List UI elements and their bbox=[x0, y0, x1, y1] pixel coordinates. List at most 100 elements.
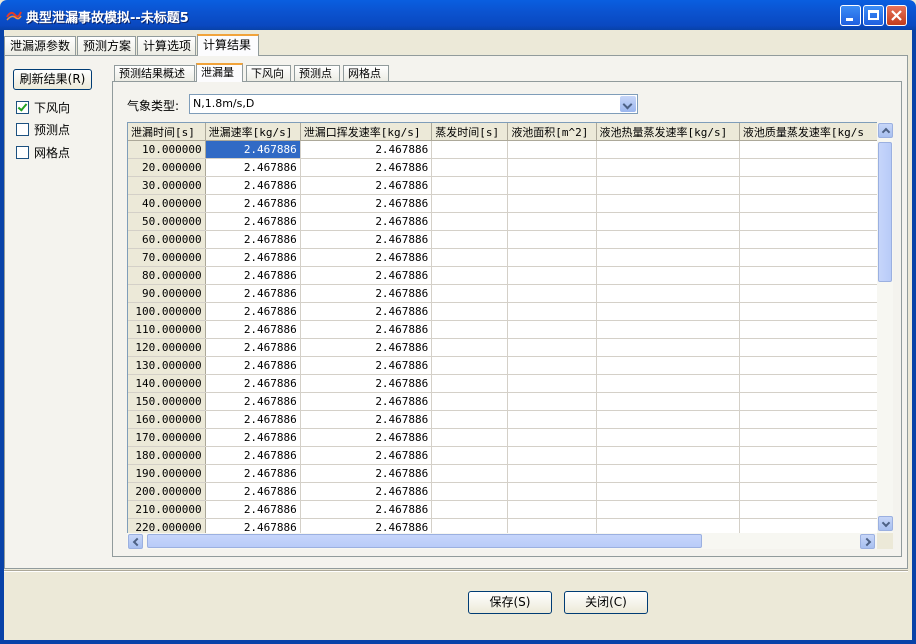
table-cell[interactable] bbox=[431, 248, 509, 267]
minimize-icon[interactable] bbox=[840, 5, 861, 26]
row-header-cell[interactable]: 140.000000 bbox=[128, 374, 206, 393]
table-cell[interactable]: 2.467886 bbox=[205, 158, 301, 177]
table-row[interactable]: 110.000000 2.467886 2.467886 bbox=[128, 320, 878, 339]
table-cell[interactable]: 2.467886 bbox=[300, 338, 433, 357]
row-header-cell[interactable]: 60.000000 bbox=[128, 230, 206, 249]
table-cell[interactable]: 2.467886 bbox=[300, 302, 433, 321]
tab-prediction-overview[interactable]: 预测结果概述 bbox=[114, 65, 195, 81]
table-cell[interactable] bbox=[431, 446, 509, 465]
table-cell[interactable]: 2.467886 bbox=[205, 212, 301, 231]
table-cell[interactable] bbox=[739, 140, 878, 159]
row-header-cell[interactable]: 50.000000 bbox=[128, 212, 206, 231]
table-cell[interactable]: 2.467886 bbox=[205, 410, 301, 429]
table-cell[interactable]: 2.467886 bbox=[300, 464, 433, 483]
scroll-left-icon[interactable] bbox=[128, 534, 143, 549]
weather-type-select[interactable]: N,1.8m/s,D bbox=[189, 94, 638, 114]
table-cell[interactable] bbox=[431, 212, 509, 231]
tab-leak-source-params[interactable]: 泄漏源参数 bbox=[4, 36, 76, 55]
table-cell[interactable] bbox=[739, 266, 878, 285]
table-cell[interactable] bbox=[431, 500, 509, 519]
table-cell[interactable] bbox=[507, 392, 597, 411]
row-header-cell[interactable]: 150.000000 bbox=[128, 392, 206, 411]
table-row[interactable]: 60.000000 2.467886 2.467886 bbox=[128, 230, 878, 249]
table-cell[interactable]: 2.467886 bbox=[205, 464, 301, 483]
checkbox-grid-point[interactable]: 网格点 bbox=[16, 146, 70, 162]
table-cell[interactable] bbox=[739, 338, 878, 357]
table-cell[interactable] bbox=[431, 140, 509, 159]
table-cell[interactable]: 2.467886 bbox=[205, 266, 301, 285]
table-cell[interactable] bbox=[596, 374, 740, 393]
table-cell[interactable]: 2.467886 bbox=[205, 374, 301, 393]
table-cell[interactable] bbox=[739, 428, 878, 447]
table-cell[interactable] bbox=[507, 194, 597, 213]
row-header-cell[interactable]: 20.000000 bbox=[128, 158, 206, 177]
table-cell[interactable] bbox=[739, 194, 878, 213]
table-cell[interactable]: 2.467886 bbox=[300, 284, 433, 303]
table-cell[interactable]: 2.467886 bbox=[205, 500, 301, 519]
table-cell[interactable] bbox=[596, 428, 740, 447]
table-cell[interactable]: 2.467886 bbox=[300, 158, 433, 177]
table-cell[interactable] bbox=[596, 230, 740, 249]
table-cell[interactable]: 2.467886 bbox=[205, 230, 301, 249]
table-cell[interactable]: 2.467886 bbox=[205, 356, 301, 375]
horizontal-scroll-thumb[interactable] bbox=[147, 534, 702, 548]
table-cell[interactable]: 2.467886 bbox=[205, 176, 301, 195]
tab-calc-results[interactable]: 计算结果 bbox=[197, 34, 259, 56]
maximize-icon[interactable] bbox=[863, 5, 884, 26]
tab-downwind[interactable]: 下风向 bbox=[246, 65, 291, 81]
table-row[interactable]: 90.000000 2.467886 2.467886 bbox=[128, 284, 878, 303]
table-cell[interactable]: 2.467886 bbox=[300, 140, 433, 159]
table-cell[interactable] bbox=[507, 266, 597, 285]
table-cell[interactable] bbox=[596, 284, 740, 303]
scroll-up-icon[interactable] bbox=[878, 123, 893, 138]
table-row[interactable]: 140.000000 2.467886 2.467886 bbox=[128, 374, 878, 393]
table-row[interactable]: 40.000000 2.467886 2.467886 bbox=[128, 194, 878, 213]
table-row[interactable]: 30.000000 2.467886 2.467886 bbox=[128, 176, 878, 195]
chevron-down-icon[interactable] bbox=[620, 96, 636, 112]
table-cell[interactable] bbox=[596, 338, 740, 357]
table-cell[interactable]: 2.467886 bbox=[300, 176, 433, 195]
table-cell[interactable]: 2.467886 bbox=[205, 320, 301, 339]
table-cell[interactable] bbox=[596, 140, 740, 159]
table-cell[interactable]: 2.467886 bbox=[300, 410, 433, 429]
table-row[interactable]: 130.000000 2.467886 2.467886 bbox=[128, 356, 878, 375]
table-cell[interactable]: 2.467886 bbox=[300, 212, 433, 231]
table-cell[interactable] bbox=[431, 428, 509, 447]
table-cell[interactable]: 2.467886 bbox=[300, 374, 433, 393]
table-cell[interactable] bbox=[739, 410, 878, 429]
table-cell[interactable] bbox=[739, 392, 878, 411]
column-header[interactable]: 液池面积[m^2] bbox=[507, 123, 597, 141]
table-cell[interactable] bbox=[431, 338, 509, 357]
table-cell[interactable] bbox=[596, 500, 740, 519]
close-button[interactable]: 关闭(C) bbox=[564, 591, 648, 614]
column-header[interactable]: 蒸发时间[s] bbox=[431, 123, 509, 141]
table-cell[interactable]: 2.467886 bbox=[205, 482, 301, 501]
table-cell[interactable] bbox=[596, 302, 740, 321]
table-cell[interactable] bbox=[596, 266, 740, 285]
table-cell[interactable]: 2.467886 bbox=[300, 266, 433, 285]
table-cell[interactable] bbox=[507, 482, 597, 501]
table-cell[interactable] bbox=[507, 212, 597, 231]
table-row[interactable]: 150.000000 2.467886 2.467886 bbox=[128, 392, 878, 411]
table-row[interactable]: 160.000000 2.467886 2.467886 bbox=[128, 410, 878, 429]
table-cell[interactable]: 2.467886 bbox=[300, 500, 433, 519]
row-header-cell[interactable]: 100.000000 bbox=[128, 302, 206, 321]
row-header-cell[interactable]: 40.000000 bbox=[128, 194, 206, 213]
row-header-cell[interactable]: 160.000000 bbox=[128, 410, 206, 429]
column-header[interactable]: 泄漏口挥发速率[kg/s] bbox=[300, 123, 433, 141]
table-cell[interactable] bbox=[596, 446, 740, 465]
table-cell[interactable] bbox=[507, 320, 597, 339]
table-cell[interactable] bbox=[739, 500, 878, 519]
row-header-cell[interactable]: 30.000000 bbox=[128, 176, 206, 195]
table-cell[interactable]: 2.467886 bbox=[300, 392, 433, 411]
row-header-cell[interactable]: 120.000000 bbox=[128, 338, 206, 357]
table-cell[interactable] bbox=[431, 284, 509, 303]
table-cell[interactable] bbox=[431, 320, 509, 339]
table-cell[interactable] bbox=[431, 374, 509, 393]
table-cell[interactable] bbox=[507, 230, 597, 249]
table-row[interactable]: 180.000000 2.467886 2.467886 bbox=[128, 446, 878, 465]
table-cell[interactable] bbox=[431, 266, 509, 285]
table-cell[interactable] bbox=[739, 446, 878, 465]
vertical-scrollbar[interactable] bbox=[877, 122, 893, 535]
table-cell[interactable] bbox=[739, 230, 878, 249]
